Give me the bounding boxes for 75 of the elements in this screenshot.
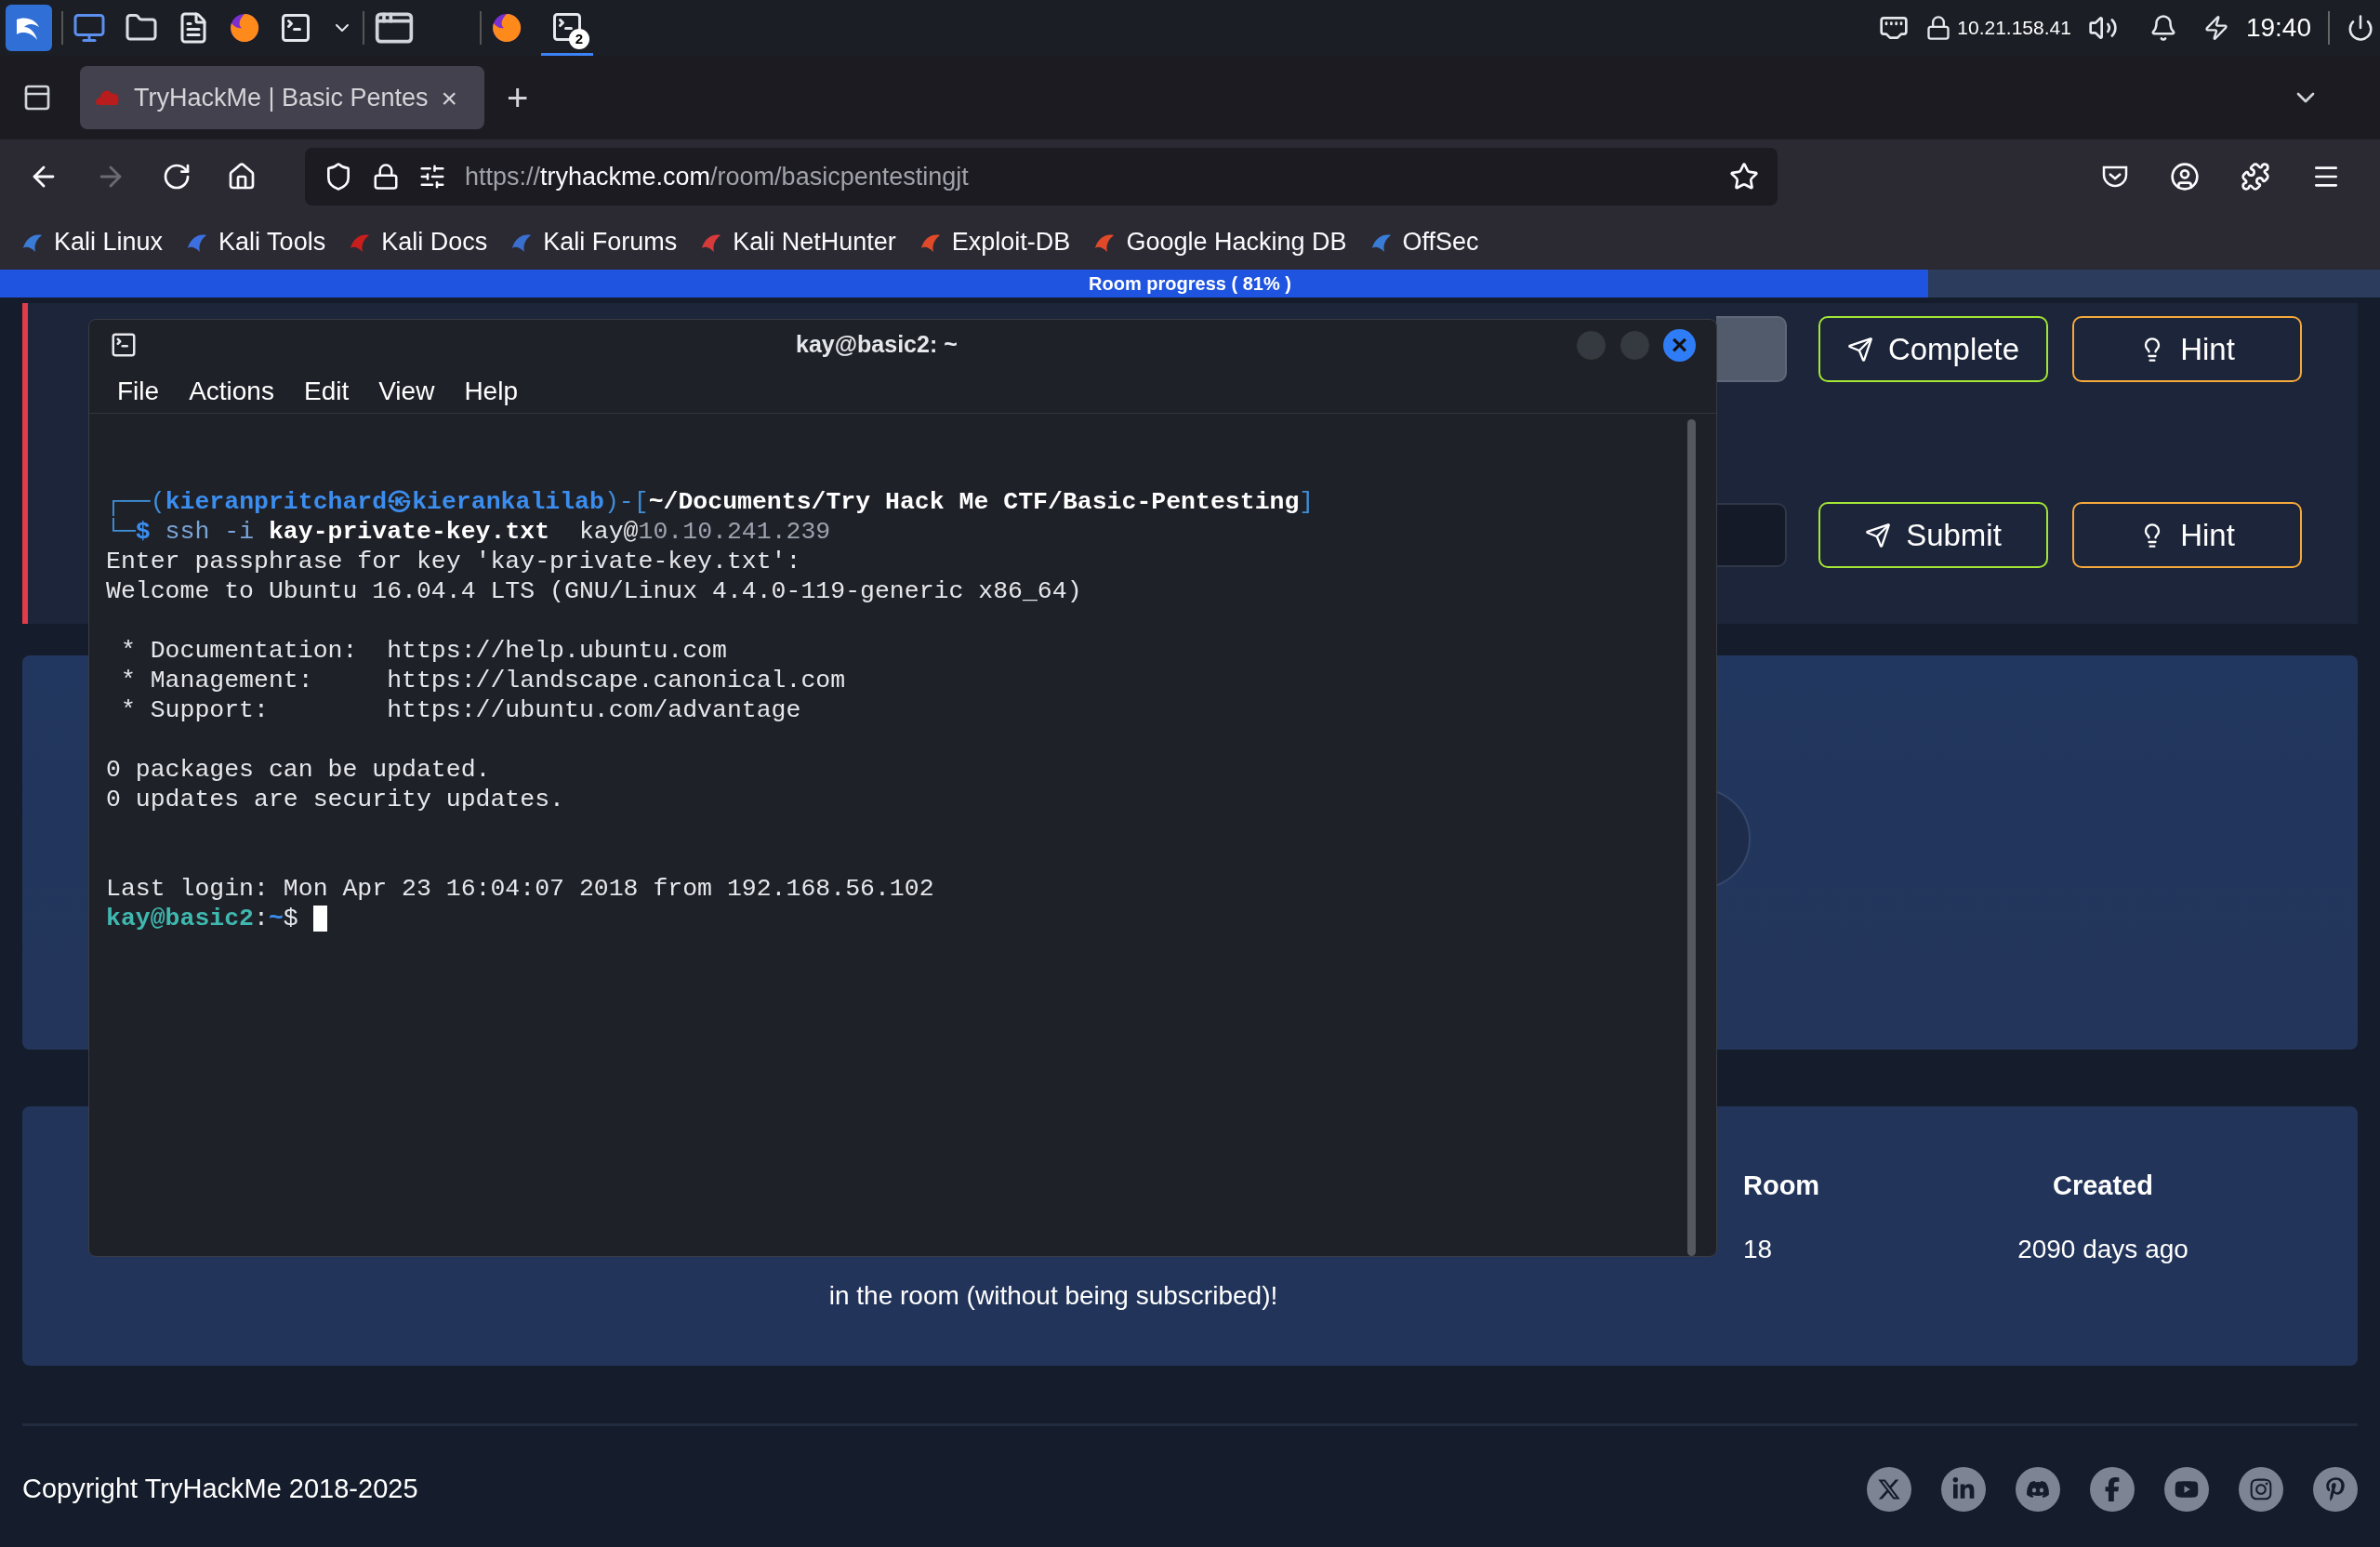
- send-icon: [1846, 336, 1873, 363]
- bookmark[interactable]: OffSec: [1368, 222, 1479, 261]
- terminal-line: * Documentation: https://help.ubuntu.com: [119, 636, 727, 666]
- terminal-line: Enter passphrase for key 'kay-private-key.txt':: [106, 547, 801, 576]
- menu-item[interactable]: Actions: [189, 372, 274, 412]
- menu-item[interactable]: Edit: [303, 372, 350, 412]
- close-button[interactable]: ×: [1663, 328, 1696, 362]
- submit-button[interactable]: Submit: [1818, 502, 2048, 568]
- window-title: kay@basic2: ~: [796, 330, 958, 360]
- home-icon[interactable]: [227, 162, 257, 192]
- menu-item[interactable]: View: [378, 372, 435, 412]
- new-tab-button[interactable]: +: [507, 70, 529, 126]
- tab-title: TryHackMe | Basic Pentes: [134, 82, 429, 113]
- info-value: 18: [1743, 1233, 1773, 1265]
- complete-button[interactable]: Complete: [1818, 316, 2048, 382]
- lock-icon[interactable]: [372, 163, 400, 191]
- url-text: https://tryhackme.com/room/basicpentestingjt: [465, 161, 969, 192]
- clock[interactable]: 19:40: [2245, 8, 2311, 47]
- account-icon[interactable]: [2170, 162, 2200, 192]
- room-type-value: in the room (without being subscribed)!: [828, 1280, 1278, 1312]
- terminal-line: 0 updates are security updates.: [106, 785, 564, 814]
- social-link-icon[interactable]: [2090, 1467, 2135, 1512]
- firefox-icon[interactable]: [491, 12, 522, 44]
- bookmark[interactable]: Kali Linux: [20, 222, 164, 261]
- terminal-icon: [110, 331, 138, 360]
- menu-item[interactable]: File: [117, 372, 160, 412]
- social-link-icon[interactable]: [2313, 1467, 2358, 1512]
- terminal-line: * Support: https://ubuntu.com/advantage: [119, 695, 801, 725]
- power-icon[interactable]: [2347, 14, 2374, 42]
- desktop-icon[interactable]: [73, 11, 106, 45]
- scrollbar[interactable]: [1687, 419, 1696, 1256]
- firefox-icon[interactable]: [229, 12, 260, 44]
- social-link-icon[interactable]: [1941, 1467, 1986, 1512]
- bookmark[interactable]: Kali Tools: [185, 222, 326, 261]
- bookmark[interactable]: Kali NetHunter: [699, 222, 896, 261]
- tab-overview-icon[interactable]: [22, 83, 52, 112]
- window-count-badge: 2: [569, 29, 589, 49]
- bookmark[interactable]: Kali Forums: [509, 222, 678, 261]
- reload-icon[interactable]: [162, 162, 192, 192]
- answer-field[interactable]: [1716, 316, 1787, 382]
- social-link-icon[interactable]: [2016, 1467, 2060, 1512]
- bookmark[interactable]: Google Hacking DB: [1092, 222, 1347, 261]
- shell-prompt: kay@basic2:~$: [106, 904, 327, 933]
- kali-menu-icon[interactable]: [6, 5, 52, 51]
- info-heading: Created: [2053, 1170, 2153, 1202]
- info-heading: Room: [1743, 1170, 1820, 1202]
- lock-icon[interactable]: [1925, 15, 1952, 41]
- bookmark-star-icon[interactable]: [1729, 162, 1759, 192]
- terminal-line: Last login: Mon Apr 23 16:04:07 2018 from 192.168.56.102: [106, 874, 934, 904]
- terminal-line: * Management: https://landscape.canonical.com: [119, 666, 846, 695]
- social-link-icon[interactable]: [1867, 1467, 1911, 1512]
- answer-field[interactable]: [1716, 503, 1787, 567]
- hint-button[interactable]: Hint: [2072, 502, 2302, 568]
- bookmark[interactable]: Kali Docs: [348, 222, 488, 261]
- address-bar[interactable]: https://tryhackme.com/room/basicpentestingjt: [305, 148, 1778, 205]
- terminal-line: 0 packages can be updated.: [106, 755, 491, 785]
- terminal-line: ┌──(kieranpritchard㉿kierankalilab)-[~/Documents/Try Hack Me CTF/Basic-Pentesting]: [106, 487, 1315, 517]
- info-value: 2090 days ago: [2017, 1233, 2188, 1265]
- extensions-icon[interactable]: [2241, 162, 2270, 192]
- social-link-icon[interactable]: [2239, 1467, 2283, 1512]
- tab-close-button[interactable]: ×: [441, 76, 458, 119]
- terminal-line: └─$ ssh -i kay-private-key.txt kay@10.10.241.239: [106, 517, 831, 547]
- hint-button[interactable]: Hint: [2072, 316, 2302, 382]
- copyright-text: Copyright TryHackMe 2018-2025: [22, 1473, 418, 1506]
- social-link-icon[interactable]: [2164, 1467, 2209, 1512]
- send-icon: [1865, 522, 1892, 549]
- menu-item[interactable]: Help: [464, 372, 518, 412]
- terminal-icon[interactable]: [279, 11, 312, 45]
- terminal-line: Welcome to Ubuntu 16.04.4 LTS (GNU/Linux 4.4.0-119-generic x86_64): [106, 576, 1082, 606]
- bookmark[interactable]: Exploit-DB: [918, 222, 1071, 261]
- permissions-icon[interactable]: [418, 163, 446, 191]
- progress-label: Room progress ( 81% ): [1089, 272, 1291, 296]
- ip-address: 10.21.158.41: [1957, 16, 2071, 41]
- power-manager-icon[interactable]: [2202, 15, 2229, 41]
- browser-tab[interactable]: TryHackMe | Basic Pentes ×: [80, 66, 484, 129]
